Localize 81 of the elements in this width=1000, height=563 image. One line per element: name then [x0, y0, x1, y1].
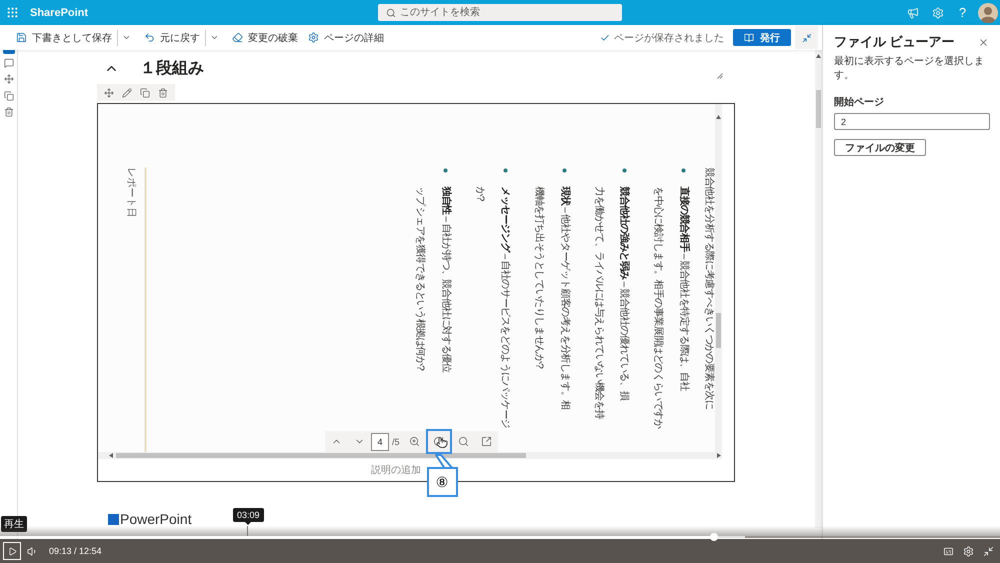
- avatar-icon[interactable]: [978, 2, 998, 22]
- horizontal-scrollbar[interactable]: [98, 452, 715, 459]
- step-callout: ⑧: [426, 454, 458, 496]
- scroll-up-icon[interactable]: [716, 115, 721, 119]
- time-text: 09:13 / 12:54: [49, 546, 102, 556]
- search-field[interactable]: このサイトを検索: [378, 4, 622, 21]
- delete-icon: [4, 107, 14, 117]
- start-page-label: 開始ページ: [834, 96, 884, 109]
- publish-button[interactable]: 発行: [733, 29, 791, 46]
- move-icon: [104, 88, 114, 98]
- time-tooltip: 03:09: [233, 508, 264, 525]
- bullet-text: 競合他社の強みと弱み – 競合他社の優れている、損 力を働かせて、ライバルには与えられていない機会を持: [592, 186, 631, 419]
- scroll-left-icon[interactable]: [109, 453, 113, 458]
- book-icon: [744, 32, 754, 42]
- captions-icon: [942, 546, 954, 556]
- bullet-icon: [622, 168, 626, 172]
- panel-title: ファイル ビューアー: [834, 33, 955, 51]
- start-page-field[interactable]: 2: [834, 113, 990, 130]
- bullet-icon: [562, 168, 566, 172]
- report-date-label: レポート日: [124, 167, 138, 217]
- panel-description: 最初に表示するページを選択します。: [834, 55, 985, 83]
- comment-icon: [4, 58, 14, 68]
- vertical-scrollbar[interactable]: [815, 50, 822, 528]
- section-title: PowerPoint: [120, 511, 192, 527]
- waffle-icon: [6, 6, 19, 19]
- zoom-in-icon: [408, 436, 420, 447]
- app-name: SharePoint: [30, 6, 88, 18]
- caption-field[interactable]: 説明の追加: [365, 464, 427, 476]
- check-icon: [600, 32, 610, 42]
- command-button[interactable]: ページの詳細: [303, 26, 389, 48]
- copy-icon: [4, 90, 14, 100]
- active-tile-icon[interactable]: [2, 50, 14, 54]
- progress-knob[interactable]: [710, 533, 718, 541]
- intro-text: 競合他社を分析する際に考慮すべきいくつかの要素を次に: [702, 167, 714, 409]
- pencil-icon: [122, 88, 132, 98]
- bullet-text: 現状 – 他社やターゲット顧客の考えを分析します。相 機軸を打ち出そうとしていたりしませんか?: [532, 186, 572, 409]
- bullet-text: 独自性 – 自社が持つ、競合他社に対する優位 ップ シェアを獲得できるという根拠は何か?: [414, 186, 453, 372]
- bullet-icon: [502, 168, 507, 172]
- undo-icon: [144, 32, 155, 43]
- search-icon: [458, 436, 469, 447]
- search-icon: [386, 8, 396, 18]
- vertical-scrollbar[interactable]: [715, 104, 722, 452]
- play-button[interactable]: [3, 542, 21, 560]
- move-icon: [4, 74, 14, 84]
- close-icon: [978, 36, 988, 48]
- scroll-up-icon[interactable]: [816, 54, 821, 58]
- page-count-text: /5: [392, 436, 400, 446]
- megaphone-icon: [906, 6, 918, 18]
- change-file-button[interactable]: ファイルの変更: [834, 139, 926, 156]
- rotate-button[interactable]: [426, 429, 452, 454]
- section-title: １段組み: [140, 58, 204, 78]
- chevron-down-icon: [122, 33, 131, 42]
- delete-icon: [158, 88, 168, 98]
- command-button[interactable]: 下書きとして保存: [11, 26, 117, 48]
- settings-icon: [962, 546, 974, 556]
- bullet-text: 直接の競合相手 – 競合他社を特定する際は、自社 を中心に検討します。相手の事業展開はどのくらいですか: [652, 186, 691, 428]
- scroll-thumb[interactable]: [716, 313, 721, 348]
- bullet-icon: [681, 168, 686, 172]
- command-button[interactable]: 元に戻す: [139, 26, 205, 48]
- settings-icon: [932, 6, 944, 18]
- play-tooltip: 再生: [1, 516, 27, 532]
- save-status-text: ページが保存されました: [614, 32, 724, 44]
- popout-icon: [480, 436, 492, 447]
- resize-handle-icon[interactable]: [717, 73, 723, 79]
- gear-icon: [308, 32, 319, 43]
- chevron-down-icon: [210, 33, 219, 42]
- play-icon: [8, 546, 16, 556]
- page-number-field[interactable]: 4: [371, 432, 389, 450]
- save-icon: [16, 32, 27, 43]
- eraser-icon: [232, 32, 243, 43]
- volume-icon: [26, 546, 38, 556]
- hand-cursor-icon: [436, 436, 448, 449]
- square-icon: [108, 514, 119, 524]
- bullet-icon: [443, 168, 448, 172]
- scroll-thumb[interactable]: [816, 90, 821, 128]
- collapse-icon: [802, 32, 812, 42]
- command-button[interactable]: 変更の破棄: [227, 26, 303, 48]
- copy-icon: [140, 88, 150, 98]
- bullet-text: メッセージング – 自社のサービスをどのようにパッケージ か?: [473, 186, 512, 428]
- scroll-thumb[interactable]: [116, 453, 526, 458]
- exit-fullscreen-icon: [982, 546, 994, 556]
